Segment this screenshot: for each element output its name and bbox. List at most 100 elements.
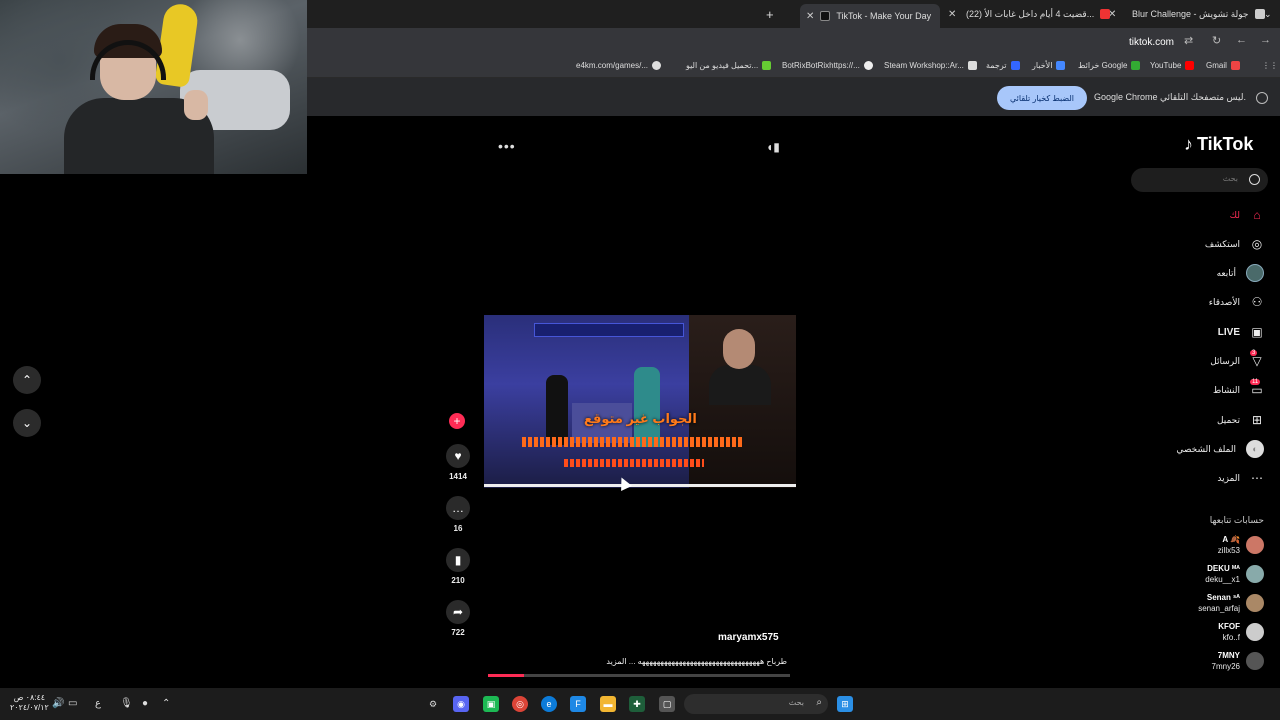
- edge-icon[interactable]: e: [541, 696, 557, 712]
- account-display-name: 7MNY: [1217, 651, 1240, 660]
- tab-youtube-video[interactable]: (22) قضيت 4 أيام داخل غابات الأ...: [960, 4, 1116, 24]
- video-player[interactable]: الجواب غير متوقع: [484, 315, 796, 488]
- like-button[interactable]: ♥ 1414: [446, 444, 470, 481]
- following-account[interactable]: DEKU ᴹᴬ deku__x1: [1205, 563, 1264, 585]
- search-input[interactable]: بحث: [1131, 168, 1268, 192]
- task-view-icon[interactable]: ▢: [659, 696, 675, 712]
- volume-icon[interactable]: 🔊: [52, 698, 64, 709]
- nav-label: الأصدقاء: [1208, 296, 1240, 307]
- app-blue-icon[interactable]: F: [570, 696, 586, 712]
- site-settings-icon[interactable]: ⇄: [1184, 34, 1193, 47]
- video-caption[interactable]: طرباح هههههههههههههههههههههههههههههههههه…: [497, 657, 787, 666]
- bookmark-news[interactable]: الأخبار: [1032, 61, 1066, 70]
- settings-gear-icon[interactable]: ⚙: [425, 696, 441, 712]
- bookmark-steam[interactable]: Steam Workshop::Ar...: [884, 61, 977, 70]
- chrome-icon[interactable]: ◎: [512, 696, 528, 712]
- new-tab-plus-icon[interactable]: +: [760, 4, 780, 24]
- tab-list-chevron-icon[interactable]: ⌄: [1258, 4, 1278, 24]
- tiktok-logo[interactable]: ♪ TikTok: [1184, 134, 1253, 155]
- sidebar-item-live[interactable]: LIVE ▣: [1218, 323, 1264, 341]
- microphone-icon[interactable]: 🎙: [120, 698, 133, 709]
- globe-icon: [652, 61, 662, 70]
- chevron-down-icon: ⌄: [21, 416, 33, 430]
- account-handle: kfo..f: [1222, 633, 1240, 642]
- following-account[interactable]: KFOF kfo..f: [1218, 621, 1264, 643]
- tab-blur-challenge[interactable]: Blur Challenge - جولة تشويش: [1126, 4, 1271, 24]
- tab-close-icon[interactable]: ✕: [942, 4, 962, 24]
- bookmark-youtube[interactable]: YouTube: [1150, 61, 1195, 70]
- share-button[interactable]: ➦ 722: [446, 600, 470, 637]
- address-text[interactable]: tiktok.com: [1129, 37, 1174, 55]
- following-avatar-icon: [1246, 264, 1264, 282]
- sidebar-item-friends[interactable]: الأصدقاء ⚇: [1209, 293, 1264, 311]
- tray-app-icon[interactable]: ●: [142, 698, 148, 709]
- comment-count: 16: [453, 524, 463, 533]
- clock-date: ٢٠٢٤/٠٧/١٢: [10, 703, 49, 712]
- forward-arrow-icon[interactable]: ←: [1236, 34, 1247, 46]
- following-accounts-title: حسابات تتابعها: [1209, 515, 1264, 525]
- sidebar-item-for-you[interactable]: لك ⌂: [1230, 206, 1264, 224]
- sidebar-item-more[interactable]: المزيد ⋯: [1217, 469, 1264, 487]
- save-button[interactable]: ▮ 210: [446, 548, 470, 585]
- search-icon[interactable]: [1249, 174, 1260, 185]
- more-options-icon[interactable]: •••: [498, 138, 516, 154]
- sound-icon[interactable]: ◖▮: [766, 140, 780, 154]
- account-avatar: [1246, 623, 1264, 641]
- previous-video-button[interactable]: ⌃: [13, 366, 41, 394]
- sidebar-item-activity[interactable]: النشاط ▭ 11: [1213, 379, 1264, 399]
- taskbar-search-placeholder: بحث: [788, 698, 804, 707]
- sidebar-item-explore[interactable]: استكشف ◎: [1205, 235, 1264, 253]
- tiktok-note-icon: ♪: [1184, 134, 1193, 154]
- account-display-name: A 🍂: [1222, 535, 1240, 544]
- tiktok-favicon-icon: [820, 11, 831, 21]
- video-author-username[interactable]: maryamx575: [718, 632, 779, 643]
- back-arrow-icon[interactable]: →: [1260, 34, 1271, 46]
- app-grid-icon[interactable]: ✚: [629, 696, 645, 712]
- sidebar-item-messages[interactable]: الرسائل ▽ 3: [1210, 350, 1264, 370]
- bookmark-icon: ▮: [446, 548, 470, 572]
- taskbar-clock[interactable]: ٠٨:٤٤ ص ٢٠٢٤/٠٧/١٢: [10, 693, 49, 713]
- following-account[interactable]: Senan ˢᴬ senan_arfaj: [1198, 592, 1264, 614]
- network-icon[interactable]: ▭: [68, 698, 77, 709]
- following-account[interactable]: 7MNY 7mny26: [1212, 650, 1264, 672]
- steam-icon: [967, 61, 977, 70]
- upload-icon: ⊞: [1251, 413, 1263, 427]
- reload-icon[interactable]: ↻: [1212, 34, 1221, 47]
- more-icon: ⋯: [1251, 471, 1263, 485]
- app-green-icon[interactable]: ▣: [483, 696, 499, 712]
- tab-tiktok[interactable]: ✕ TikTok - Make Your Day: [800, 4, 940, 28]
- apps-grid-icon[interactable]: ⋮⋮: [1262, 61, 1278, 70]
- bookmark-video-download[interactable]: تحميل فيديو من اليو...: [686, 61, 772, 70]
- bookmark-gmail[interactable]: Gmail: [1206, 61, 1240, 70]
- sidebar-item-upload[interactable]: تحميل ⊞: [1217, 411, 1264, 429]
- set-default-button[interactable]: الضبط كخيار تلقائي: [997, 86, 1087, 110]
- nav-label: لك: [1229, 209, 1240, 220]
- comment-button[interactable]: … 16: [446, 496, 470, 533]
- bookmark-maps[interactable]: خرائط Google: [1078, 61, 1141, 70]
- sidebar-item-profile[interactable]: الملف الشخصي ◐: [1176, 440, 1264, 458]
- tray-overflow-chevron-icon[interactable]: ⌃: [162, 698, 170, 709]
- next-video-button[interactable]: ⌄: [13, 409, 41, 437]
- following-account[interactable]: A 🍂 zillx53: [1218, 534, 1264, 556]
- video-progress-track[interactable]: [488, 674, 790, 677]
- language-indicator[interactable]: ع: [95, 698, 101, 709]
- account-handle: zillx53: [1217, 546, 1240, 555]
- bookmark-translate[interactable]: ترجمة: [986, 61, 1020, 70]
- bookmark-e4km[interactable]: e4km.com/games/...: [576, 61, 662, 70]
- file-explorer-icon[interactable]: ▬: [600, 696, 616, 712]
- nav-label: LIVE: [1217, 326, 1240, 338]
- account-avatar: [1246, 536, 1264, 554]
- video-overlay-hash-row: [564, 459, 704, 467]
- video-scoreboard: [534, 323, 684, 337]
- bookmark-botrix[interactable]: BotRixBotRixhttps://...: [782, 61, 873, 70]
- account-avatar: [1246, 565, 1264, 583]
- youtube-favicon-icon: [1100, 9, 1111, 19]
- tab-close-icon[interactable]: ✕: [806, 11, 814, 22]
- taskbar-search-input[interactable]: بحث ⌕: [684, 694, 828, 714]
- follow-creator-button[interactable]: +: [449, 413, 465, 429]
- video-seek-bar[interactable]: [484, 484, 796, 487]
- discord-icon[interactable]: ◉: [453, 696, 469, 712]
- sidebar-item-following[interactable]: أتابعه: [1217, 264, 1264, 282]
- windows-start-icon[interactable]: ⊞: [837, 696, 853, 712]
- account-handle: deku__x1: [1205, 575, 1240, 584]
